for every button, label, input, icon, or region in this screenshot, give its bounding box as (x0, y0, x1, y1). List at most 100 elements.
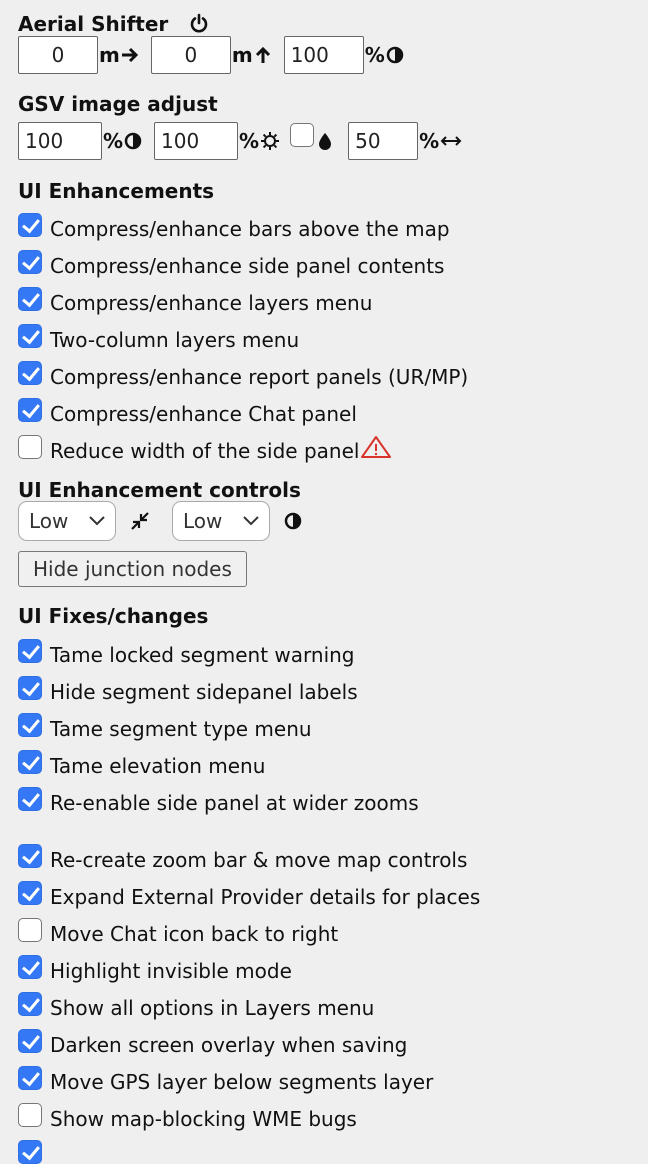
checkbox-row[interactable]: Tame locked segment warning (18, 639, 355, 670)
gsv-grayscale-checkbox[interactable] (290, 123, 315, 147)
checkbox[interactable] (18, 1029, 42, 1053)
ui-enhancement-controls-heading: UI Enhancement controls (18, 478, 301, 502)
ui-fixes-heading: UI Fixes/changes (18, 604, 209, 628)
checkbox[interactable] (18, 213, 42, 237)
aerial-y-unit: m (232, 43, 272, 67)
checkbox-label: Compress/enhance report panels (UR/MP) (50, 365, 469, 389)
aerial-y-unit-label: m (231, 43, 253, 67)
compress-icon (130, 511, 150, 531)
checkbox-row[interactable]: Show all options in Layers menu (18, 992, 375, 1023)
checkbox[interactable] (18, 639, 42, 663)
checkbox[interactable] (18, 750, 42, 774)
checkbox[interactable] (18, 398, 42, 422)
checkbox-row[interactable]: Reduce width of the side panel (18, 435, 392, 466)
checkbox[interactable] (18, 918, 42, 942)
checkbox-label: Re-create zoom bar & move map controls (50, 848, 468, 872)
aerial-shifter-title: Aerial Shifter (18, 12, 169, 36)
checkbox[interactable] (18, 992, 42, 1016)
checkbox[interactable] (18, 713, 42, 737)
checkbox-row[interactable]: Move GPS layer below segments layer (18, 1066, 434, 1097)
checkbox[interactable] (18, 324, 42, 348)
checkbox-label: Darken screen overlay when saving (50, 1033, 408, 1057)
brightness-icon (261, 132, 280, 150)
checkbox-row[interactable]: Expand External Provider details for pla… (18, 881, 480, 912)
gsv-contrast-unit-label: % (103, 129, 124, 153)
checkbox[interactable] (18, 361, 42, 385)
chevron-down-icon (89, 516, 105, 526)
checkbox[interactable] (18, 881, 42, 905)
checkbox-row[interactable]: Darken screen overlay when saving (18, 1029, 408, 1060)
gsv-row: 100 % 100 % 50 % (18, 122, 462, 160)
checkbox[interactable] (18, 787, 42, 811)
horizontal-resize-icon (440, 136, 462, 146)
aerial-x-unit-label: m (99, 43, 120, 67)
checkbox[interactable] (18, 676, 42, 700)
compression-level-select[interactable]: Low (18, 501, 116, 541)
checkbox-label: Compress/enhance Chat panel (50, 402, 357, 426)
checkbox-label: Reduce width of the side panel (50, 439, 360, 463)
aerial-y-offset-input[interactable]: 0 (150, 36, 231, 74)
aerial-shifter-heading: Aerial Shifter (18, 12, 209, 38)
checkbox-label: Move Chat icon back to right (50, 922, 339, 946)
checkbox-label: Compress/enhance layers menu (50, 291, 373, 315)
power-icon[interactable] (189, 13, 209, 38)
compression-level-value: Low (29, 509, 69, 533)
checkbox[interactable] (18, 435, 42, 459)
chevron-down-icon (243, 516, 259, 526)
checkbox-row[interactable]: Two-column layers menu (18, 324, 299, 355)
gsv-width-unit-label: % (419, 129, 440, 153)
ui-enhancement-controls-row: Low Low (18, 501, 302, 541)
contrast-level-select[interactable]: Low (172, 501, 270, 541)
gsv-brightness-input[interactable]: 100 (154, 122, 239, 160)
ui-enhancements-heading: UI Enhancements (18, 179, 215, 203)
aerial-opacity-unit: % (365, 43, 404, 67)
checkbox-row[interactable]: Highlight invisible mode (18, 955, 292, 986)
checkbox-label: Re-enable side panel at wider zooms (50, 791, 419, 815)
checkbox-label: Move GPS layer below segments layer (50, 1070, 434, 1094)
gsv-width-input[interactable]: 50 (348, 122, 419, 160)
checkbox-label: Show all options in Layers menu (50, 996, 375, 1020)
gsv-heading: GSV image adjust (18, 92, 218, 116)
checkbox[interactable] (18, 250, 42, 274)
checkbox-row[interactable]: Compress/enhance layers menu (18, 287, 373, 318)
checkbox-row[interactable]: Compress/enhance Chat panel (18, 398, 357, 429)
checkbox-row[interactable]: Hide segment sidepanel labels (18, 676, 358, 707)
hide-junction-nodes-button[interactable]: Hide junction nodes (18, 551, 247, 587)
aerial-shifter-row: 0 m 0 m 100 % (18, 36, 404, 74)
checkbox-label: Tame elevation menu (50, 754, 266, 778)
checkbox-row[interactable]: Re-create zoom bar & move map controls (18, 844, 468, 875)
checkbox-row[interactable]: Re-enable side panel at wider zooms (18, 787, 419, 818)
checkbox[interactable] (18, 287, 42, 311)
contrast-icon (386, 46, 403, 64)
arrow-right-icon (121, 47, 138, 63)
gsv-contrast-input[interactable]: 100 (18, 122, 102, 160)
checkbox-row[interactable]: Move Chat icon back to right (18, 918, 339, 949)
checkbox-row[interactable]: Compress/enhance report panels (UR/MP) (18, 361, 469, 392)
checkbox-label: Tame segment type menu (50, 717, 312, 741)
gsv-contrast-unit: % (103, 129, 142, 153)
checkbox-row[interactable]: Tame segment type menu (18, 713, 312, 744)
checkbox-row[interactable]: Tame elevation menu (18, 750, 266, 781)
checkbox-row[interactable]: Compress/enhance bars above the map (18, 213, 450, 244)
checkbox-row[interactable]: Show map-blocking WME bugs (18, 1103, 357, 1134)
checkbox-label: Show map-blocking WME bugs (50, 1107, 357, 1131)
gsv-brightness-unit: % (239, 129, 280, 153)
droplet-icon (318, 132, 332, 150)
checkbox-label: Tame locked segment warning (50, 643, 355, 667)
aerial-x-unit: m (99, 43, 139, 67)
checkbox-label: Highlight invisible mode (50, 959, 292, 983)
checkbox-label: Compress/enhance bars above the map (50, 217, 450, 241)
aerial-x-offset-input[interactable]: 0 (18, 36, 98, 74)
checkbox[interactable] (18, 1103, 42, 1127)
checkbox-label: Compress/enhance side panel contents (50, 254, 445, 278)
checkbox-label: Hide segment sidepanel labels (50, 680, 358, 704)
partial-checkbox[interactable] (18, 1140, 42, 1164)
aerial-opacity-input[interactable]: 100 (283, 36, 364, 74)
gsv-brightness-unit-label: % (239, 129, 260, 153)
checkbox[interactable] (18, 1066, 42, 1090)
checkbox-row[interactable]: Compress/enhance side panel contents (18, 250, 445, 281)
checkbox[interactable] (18, 955, 42, 979)
contrast-icon (124, 132, 142, 150)
arrow-up-icon (255, 46, 270, 63)
checkbox[interactable] (18, 844, 42, 868)
